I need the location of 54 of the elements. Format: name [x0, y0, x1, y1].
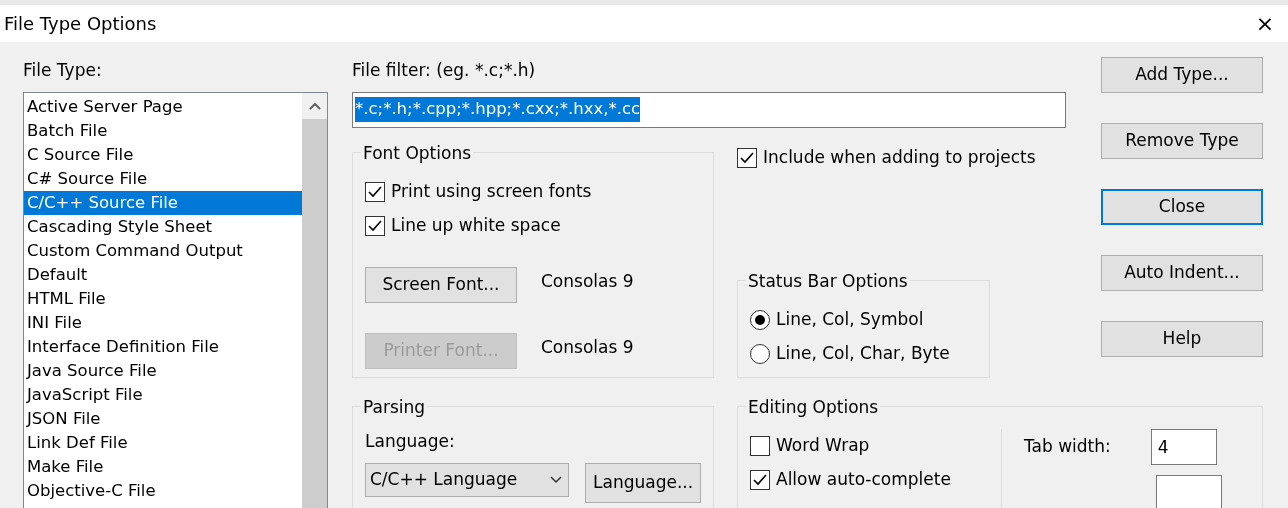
list-item[interactable]: Cascading Style Sheet [24, 214, 302, 239]
list-item[interactable]: Java Source File [24, 358, 302, 383]
list-item[interactable]: C Source File [24, 142, 302, 167]
list-item[interactable]: Batch File [24, 118, 302, 143]
list-item[interactable]: JavaScript File [24, 382, 302, 407]
checkbox-label[interactable]: Print using screen fonts [391, 179, 592, 205]
list-item[interactable]: Link Def File [24, 430, 302, 455]
list-item[interactable]: C/C++ Source File [24, 190, 302, 215]
language-button[interactable]: Language... [585, 462, 701, 503]
dialog-button[interactable]: Help [1101, 321, 1263, 357]
window-title: File Type Options [4, 12, 157, 36]
checkbox[interactable] [737, 148, 757, 168]
font-value: Consolas 9 [541, 336, 634, 359]
list-item[interactable]: Default [24, 262, 302, 287]
close-button[interactable]: × [1242, 5, 1288, 42]
checkbox-label[interactable]: Line up white space [391, 213, 561, 239]
checkbox-label[interactable]: Word Wrap [776, 433, 870, 459]
field-label: Language: [365, 430, 456, 453]
list-item[interactable]: Custom Command Output [24, 238, 302, 263]
checkbox[interactable] [365, 216, 385, 236]
checkbox[interactable] [750, 436, 770, 456]
radio-button[interactable] [750, 344, 770, 364]
radio-button[interactable] [750, 310, 770, 330]
list-item[interactable]: JSON File [24, 406, 302, 431]
list-item[interactable]: Interface Definition File [24, 334, 302, 359]
list-item[interactable]: INI File [24, 310, 302, 335]
list-item[interactable]: Make File [24, 454, 302, 479]
scrollbar[interactable] [302, 92, 327, 508]
list-item[interactable]: Objective-C File [24, 478, 302, 503]
radio-label[interactable]: Line, Col, Char, Byte [776, 341, 950, 367]
dialog-button[interactable]: Remove Type [1101, 123, 1263, 159]
dialog-button[interactable]: Add Type... [1101, 57, 1263, 93]
file-filter-input[interactable]: *.c;*.h;*.cpp;*.hpp;*.cxx;*.hxx,*.cc [352, 91, 1066, 128]
checkbox[interactable] [750, 470, 770, 490]
tab-width-input[interactable]: 4 [1150, 429, 1217, 465]
dialog-button[interactable]: Close [1101, 189, 1263, 225]
checkbox-label[interactable]: Allow auto-complete [776, 467, 951, 493]
field-label: File Type: [23, 59, 103, 82]
dialog-button[interactable]: Auto Indent... [1101, 255, 1263, 291]
font-value: Consolas 9 [541, 270, 634, 293]
field-label: Tab width: [1024, 435, 1111, 459]
list-item[interactable]: HTML File [24, 286, 302, 311]
language-dropdown[interactable]: C/C++ Language [365, 462, 570, 497]
list-item[interactable]: Active Server Page [24, 94, 302, 119]
margin-width-input[interactable] [1156, 475, 1222, 508]
scroll-up-icon[interactable] [308, 101, 321, 110]
caret-icon [550, 475, 563, 484]
radio-label[interactable]: Line, Col, Symbol [776, 307, 924, 333]
checkbox[interactable] [365, 182, 385, 202]
list-item[interactable]: C# Source File [24, 166, 302, 191]
field-label: File filter: (eg. *.c;*.h) [352, 59, 537, 82]
file-type-list[interactable] [23, 91, 328, 508]
font-button[interactable]: Screen Font... [365, 267, 517, 303]
checkbox-label[interactable]: Include when adding to projects [763, 145, 1036, 171]
